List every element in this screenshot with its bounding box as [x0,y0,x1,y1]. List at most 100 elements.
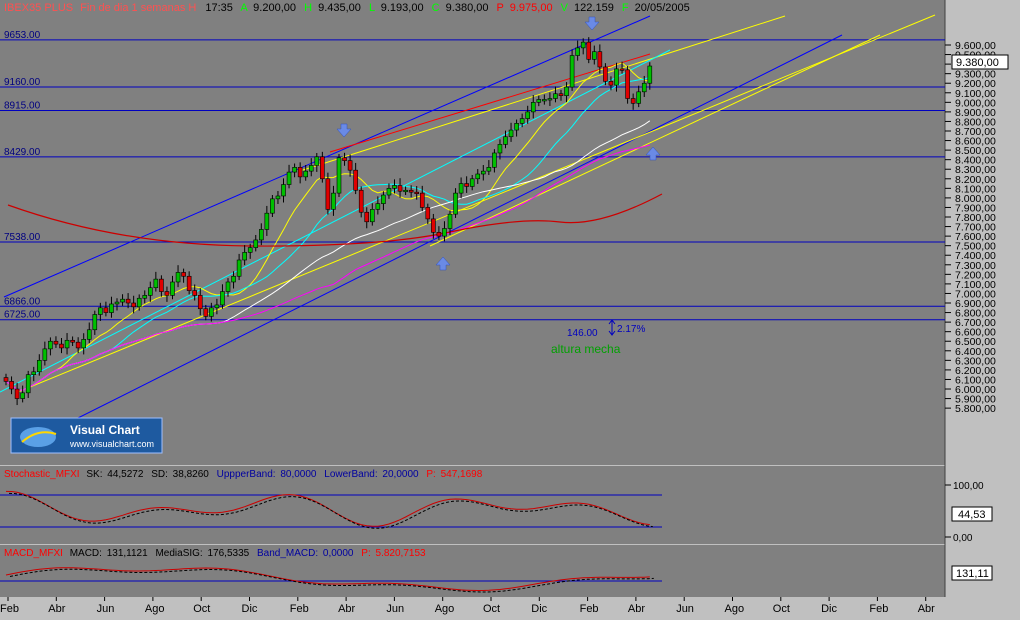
candle-body[interactable] [70,339,75,343]
candle-body[interactable] [342,157,347,161]
candle-body[interactable] [308,165,314,172]
candle-body[interactable] [125,298,131,304]
candle-body[interactable] [514,123,519,131]
candle-body[interactable] [264,212,270,230]
candle-body[interactable] [636,91,642,104]
candle-body[interactable] [453,192,458,215]
candle-body[interactable] [25,374,31,394]
candle-body[interactable] [603,66,608,82]
candle-body[interactable] [431,218,436,233]
candle-body[interactable] [591,51,597,60]
candle-body[interactable] [492,152,497,168]
candle-body[interactable] [220,291,225,306]
candle-body[interactable] [508,129,514,138]
candle-body[interactable] [381,194,386,204]
candle-body[interactable] [575,47,580,56]
candle-body[interactable] [347,160,353,171]
candle-body[interactable] [414,191,420,194]
candle-body[interactable] [48,340,53,350]
candle-body[interactable] [475,173,481,180]
candle-body[interactable] [436,231,442,237]
candle-body[interactable] [547,98,553,101]
candle-body[interactable] [231,275,236,283]
candle-body[interactable] [569,55,575,88]
candle-body[interactable] [192,290,197,296]
candle-body[interactable] [553,93,558,99]
candle-body[interactable] [386,188,392,196]
candle-body[interactable] [103,307,109,313]
candle-body[interactable] [464,183,469,187]
candle-body[interactable] [558,93,564,96]
candle-body[interactable] [214,304,220,309]
main-plot-area[interactable] [0,0,945,465]
candle-body[interactable] [31,371,37,375]
candle-body[interactable] [580,41,586,49]
candle-body[interactable] [286,171,292,185]
candle-body[interactable] [186,275,192,291]
candle-body[interactable] [542,99,547,102]
candle-body[interactable] [586,41,592,60]
candle-body[interactable] [148,287,153,296]
candle-body[interactable] [442,228,447,237]
candle-body[interactable] [197,295,203,310]
candle-body[interactable] [536,99,542,103]
candle-body[interactable] [20,392,25,399]
candle-body[interactable] [258,229,264,241]
candle-body[interactable] [3,377,9,382]
candle-body[interactable] [625,69,630,99]
candle-body[interactable] [275,195,281,200]
candle-body[interactable] [81,339,86,349]
candle-body[interactable] [164,291,170,296]
candle-body[interactable] [497,144,503,154]
candle-body[interactable] [392,185,397,189]
candle-body[interactable] [9,381,14,390]
candle-body[interactable] [53,340,59,345]
candle-body[interactable] [641,82,647,93]
candle-body[interactable] [525,111,531,119]
candle-body[interactable] [114,301,120,305]
candle-body[interactable] [597,51,603,68]
candle-body[interactable] [503,136,508,145]
candle-body[interactable] [297,167,303,178]
candle-body[interactable] [142,295,148,299]
candle-body[interactable] [14,388,20,399]
candle-body[interactable] [403,189,408,193]
candle-body[interactable] [419,192,425,208]
candle-body[interactable] [447,213,453,229]
visual-chart-logo[interactable]: Visual Chart www.visualchart.com [10,417,163,454]
candle-body[interactable] [303,170,309,178]
candle-body[interactable] [425,207,431,220]
candle-body[interactable] [486,167,492,172]
candle-body[interactable] [253,239,259,248]
candle-body[interactable] [619,68,625,71]
candle-body[interactable] [159,278,164,292]
candle-body[interactable] [408,189,414,193]
candle-body[interactable] [375,203,381,210]
candle-body[interactable] [181,272,186,277]
candle-body[interactable] [336,157,342,194]
candle-body[interactable] [530,102,536,113]
candle-body[interactable] [36,360,42,373]
candle-body[interactable] [170,281,175,296]
candle-body[interactable] [519,118,525,124]
candle-body[interactable] [314,156,320,166]
candle-body[interactable] [270,198,275,214]
candle-body[interactable] [64,339,70,349]
candle-body[interactable] [242,252,247,261]
chart-canvas[interactable]: 9653.00 9160.00 8915.00 8429.00 7538.00 6866.… [0,0,1020,615]
candle-body[interactable] [203,308,209,317]
candle-body[interactable] [209,307,214,317]
candle-body[interactable] [369,209,375,223]
candle-body[interactable] [325,178,331,210]
candle-body[interactable] [358,189,364,213]
candle-body[interactable] [281,184,286,197]
candle-body[interactable] [59,343,64,349]
candle-body[interactable] [98,307,103,315]
candle-body[interactable] [480,170,486,175]
candle-body[interactable] [564,86,569,96]
candle-body[interactable] [292,167,297,173]
candle-body[interactable] [153,278,159,289]
candle-body[interactable] [320,156,325,180]
candle-body[interactable] [647,65,653,84]
candle-body[interactable] [397,185,403,192]
